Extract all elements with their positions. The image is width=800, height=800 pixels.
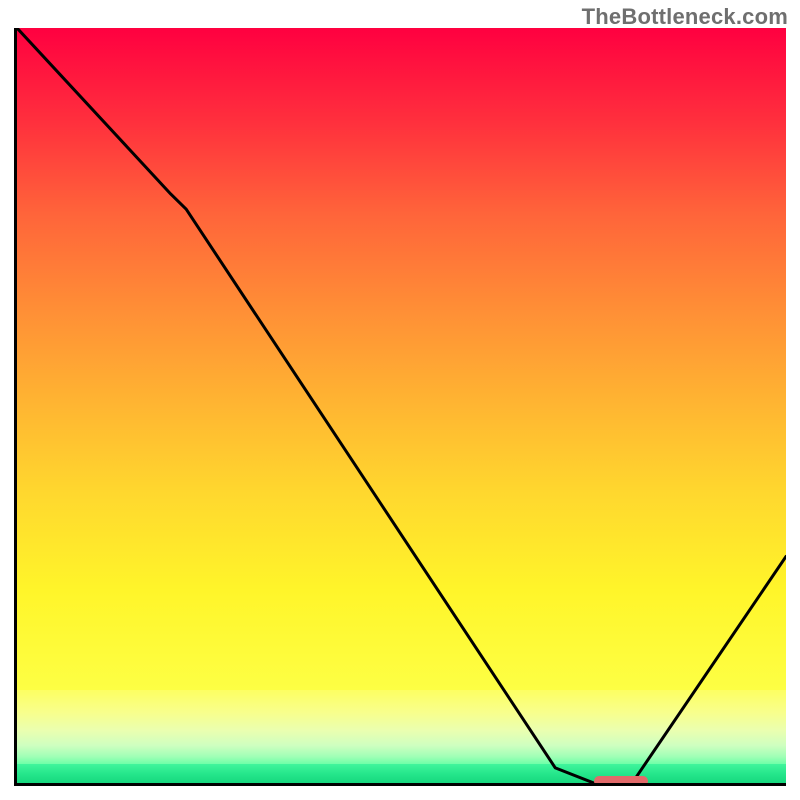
curve-svg bbox=[17, 28, 786, 783]
bottleneck-chart: TheBottleneck.com bbox=[0, 0, 800, 800]
watermark-text: TheBottleneck.com bbox=[582, 4, 788, 30]
optimal-marker bbox=[594, 776, 648, 783]
plot-area bbox=[17, 28, 786, 783]
x-axis-line bbox=[14, 783, 786, 786]
curve-path bbox=[17, 28, 786, 783]
plot-outer bbox=[14, 28, 786, 786]
